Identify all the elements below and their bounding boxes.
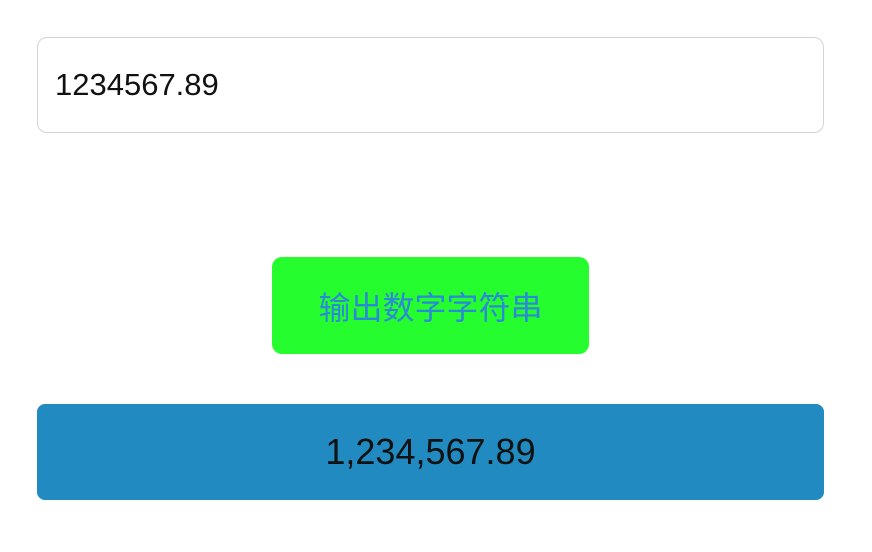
result-display: 1,234,567.89 <box>37 404 824 500</box>
result-text: 1,234,567.89 <box>325 431 536 472</box>
number-input[interactable] <box>37 37 824 133</box>
convert-button-label: 输出数字字符串 <box>318 288 543 327</box>
convert-button[interactable]: 输出数字字符串 <box>272 257 589 354</box>
